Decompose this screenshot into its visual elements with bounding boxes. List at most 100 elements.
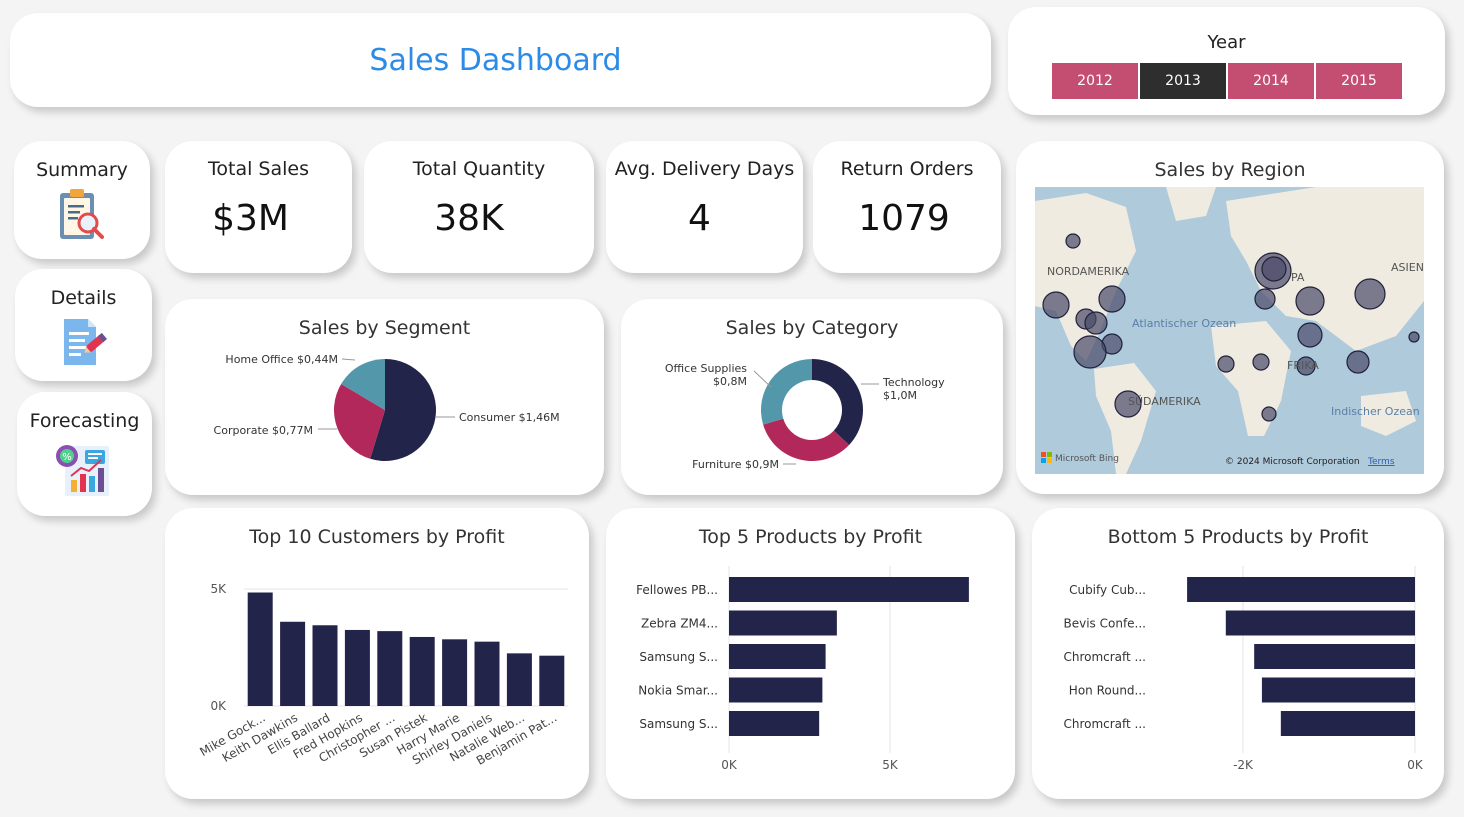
bottom-products-chart[interactable]: -2K 0K Cubify Cub... Bevis Confe... Chromcra… bbox=[1032, 508, 1444, 799]
page-title: Sales Dashboard bbox=[369, 42, 622, 78]
top-products-card: Top 5 Products by Profit 0K 5K Fellowes PB… bbox=[606, 508, 1015, 799]
nav-details-button[interactable]: Details bbox=[15, 269, 152, 381]
sales-by-segment-chart[interactable]: Consumer $1,46M Corporate $0,77M Home Offi… bbox=[165, 299, 604, 495]
x-tick-label: 0K bbox=[721, 758, 738, 772]
year-button-2012[interactable]: 2012 bbox=[1052, 63, 1138, 99]
nav-forecasting-label: Forecasting bbox=[29, 410, 140, 432]
bar[interactable] bbox=[506, 653, 532, 706]
y-tick-label: Samsung S... bbox=[639, 717, 718, 731]
bar[interactable] bbox=[729, 644, 826, 669]
map-attribution: Microsoft Bing bbox=[1055, 454, 1119, 464]
map-label-africa: FRIKA bbox=[1287, 359, 1319, 372]
map-bubble[interactable] bbox=[1261, 256, 1287, 282]
bar[interactable] bbox=[344, 629, 370, 706]
nav-forecasting-button[interactable]: Forecasting % bbox=[17, 392, 152, 516]
donut-data-label: Furniture $0,9M bbox=[692, 458, 779, 471]
nav-details-label: Details bbox=[50, 287, 117, 309]
bar[interactable] bbox=[474, 641, 500, 706]
year-slicer-label: Year bbox=[1207, 32, 1246, 53]
sales-by-category-card: Sales by Category Technology $1,0M Furnitu… bbox=[621, 299, 1003, 495]
map-bubble[interactable] bbox=[1073, 335, 1107, 369]
map-bubble[interactable] bbox=[1254, 288, 1276, 310]
pie-data-label: Home Office $0,44M bbox=[225, 353, 338, 366]
year-button-2015[interactable]: 2015 bbox=[1316, 63, 1402, 99]
map-bubble[interactable] bbox=[1408, 331, 1420, 343]
sales-by-category-chart[interactable]: Technology$1,0M Furniture $0,9M Office Sup… bbox=[621, 299, 1003, 495]
x-tick-label: -2K bbox=[1233, 758, 1254, 772]
map-label-south-america: SÜDAMERIKA bbox=[1128, 395, 1201, 408]
document-edit-icon bbox=[63, 319, 107, 365]
bar[interactable] bbox=[1254, 644, 1415, 669]
donut-slice-office-supplies[interactable] bbox=[761, 359, 812, 425]
y-tick-label: Zebra ZM4... bbox=[641, 617, 718, 631]
map-bubble[interactable] bbox=[1098, 285, 1126, 313]
y-tick-label: 0K bbox=[210, 699, 227, 713]
kpi-title: Total Sales bbox=[208, 158, 309, 180]
map-bubble[interactable] bbox=[1042, 291, 1070, 319]
bar[interactable] bbox=[729, 610, 837, 636]
donut-leader-line[interactable] bbox=[753, 370, 772, 388]
donut-data-label: $1,0M bbox=[883, 389, 917, 402]
y-tick-label: Chromcraft ... bbox=[1063, 717, 1146, 731]
y-tick-label: Cubify Cub... bbox=[1069, 583, 1146, 597]
bar[interactable] bbox=[409, 636, 435, 706]
bar[interactable] bbox=[280, 621, 306, 706]
map-terms-link[interactable]: Terms bbox=[1367, 457, 1395, 467]
map-label-europe: PA bbox=[1291, 271, 1305, 284]
kpi-value: 4 bbox=[688, 198, 711, 239]
map-bubble[interactable] bbox=[1065, 233, 1081, 249]
bar[interactable] bbox=[729, 677, 823, 703]
map-copyright: © 2024 Microsoft Corporation bbox=[1225, 457, 1360, 467]
donut-data-label: Technology bbox=[882, 376, 945, 389]
donut-data-label: Office Supplies bbox=[665, 362, 747, 375]
bar[interactable] bbox=[539, 655, 565, 706]
donut-slice-furniture[interactable] bbox=[763, 418, 850, 461]
bar[interactable] bbox=[1280, 711, 1415, 736]
pie-leader-line[interactable] bbox=[341, 358, 356, 361]
bar[interactable] bbox=[442, 639, 468, 706]
clipboard-search-icon bbox=[60, 189, 104, 239]
map-bubble[interactable] bbox=[1297, 322, 1323, 348]
svg-text:%: % bbox=[62, 452, 72, 463]
top-customers-card: Top 10 Customers by Profit 5K 0K Mike Gock… bbox=[165, 508, 589, 799]
kpi-return-orders: Return Orders 1079 bbox=[813, 141, 1001, 273]
top-customers-chart[interactable]: 5K0KMike Gock...Keith DawkinsEllis Balla… bbox=[165, 508, 589, 799]
bar[interactable] bbox=[729, 711, 820, 736]
map-bubble[interactable] bbox=[1084, 311, 1108, 335]
kpi-title: Total Quantity bbox=[412, 158, 546, 180]
map-label-atlantic: Atlantischer Ozean bbox=[1132, 317, 1236, 330]
year-button-2013[interactable]: 2013 bbox=[1140, 63, 1226, 99]
bar[interactable] bbox=[377, 631, 403, 706]
sales-by-region-card: Sales by Region NORDAMERIKA Atlantischer… bbox=[1016, 141, 1444, 494]
map-label-north-america: NORDAMERIKA bbox=[1047, 265, 1130, 278]
map-bubble[interactable] bbox=[1252, 353, 1270, 371]
bar[interactable] bbox=[1225, 610, 1415, 636]
bar[interactable] bbox=[1187, 577, 1415, 602]
y-tick-label: Samsung S... bbox=[639, 650, 718, 664]
sales-by-region-map[interactable]: NORDAMERIKA Atlantischer Ozean PA ASIEN … bbox=[1016, 141, 1444, 494]
year-button-2014[interactable]: 2014 bbox=[1228, 63, 1314, 99]
chart-forecast-icon: % bbox=[55, 445, 109, 496]
donut-slice-technology[interactable] bbox=[812, 359, 863, 445]
y-tick-label: Chromcraft ... bbox=[1063, 650, 1146, 664]
map-bubble[interactable] bbox=[1295, 286, 1325, 316]
year-button-group: 2012 2013 2014 2015 bbox=[1052, 63, 1402, 99]
top-products-chart[interactable]: 0K 5K Fellowes PB... Zebra ZM4... Samsung S.… bbox=[606, 508, 1015, 799]
donut-data-label: $0,8M bbox=[713, 375, 747, 388]
bar[interactable] bbox=[1261, 677, 1415, 703]
map-bubble[interactable] bbox=[1354, 278, 1386, 310]
map-bubble[interactable] bbox=[1261, 406, 1277, 422]
kpi-total-quantity: Total Quantity 38K bbox=[364, 141, 594, 273]
map-bubble[interactable] bbox=[1346, 350, 1370, 374]
nav-summary-button[interactable]: Summary bbox=[14, 141, 150, 259]
pie-data-label: Corporate $0,77M bbox=[214, 424, 313, 437]
sales-by-segment-card: Sales by Segment Consumer $1,46M Corporat… bbox=[165, 299, 604, 495]
map-bubble[interactable] bbox=[1217, 355, 1235, 373]
bar[interactable] bbox=[729, 577, 969, 602]
x-tick-label: 0K bbox=[1407, 758, 1424, 772]
x-tick-label: 5K bbox=[882, 758, 899, 772]
map-label-asia: ASIEN bbox=[1391, 261, 1424, 274]
bottom-products-card: Bottom 5 Products by Profit -2K 0K Cubify … bbox=[1032, 508, 1444, 799]
bar[interactable] bbox=[312, 625, 338, 706]
bar[interactable] bbox=[247, 592, 273, 706]
